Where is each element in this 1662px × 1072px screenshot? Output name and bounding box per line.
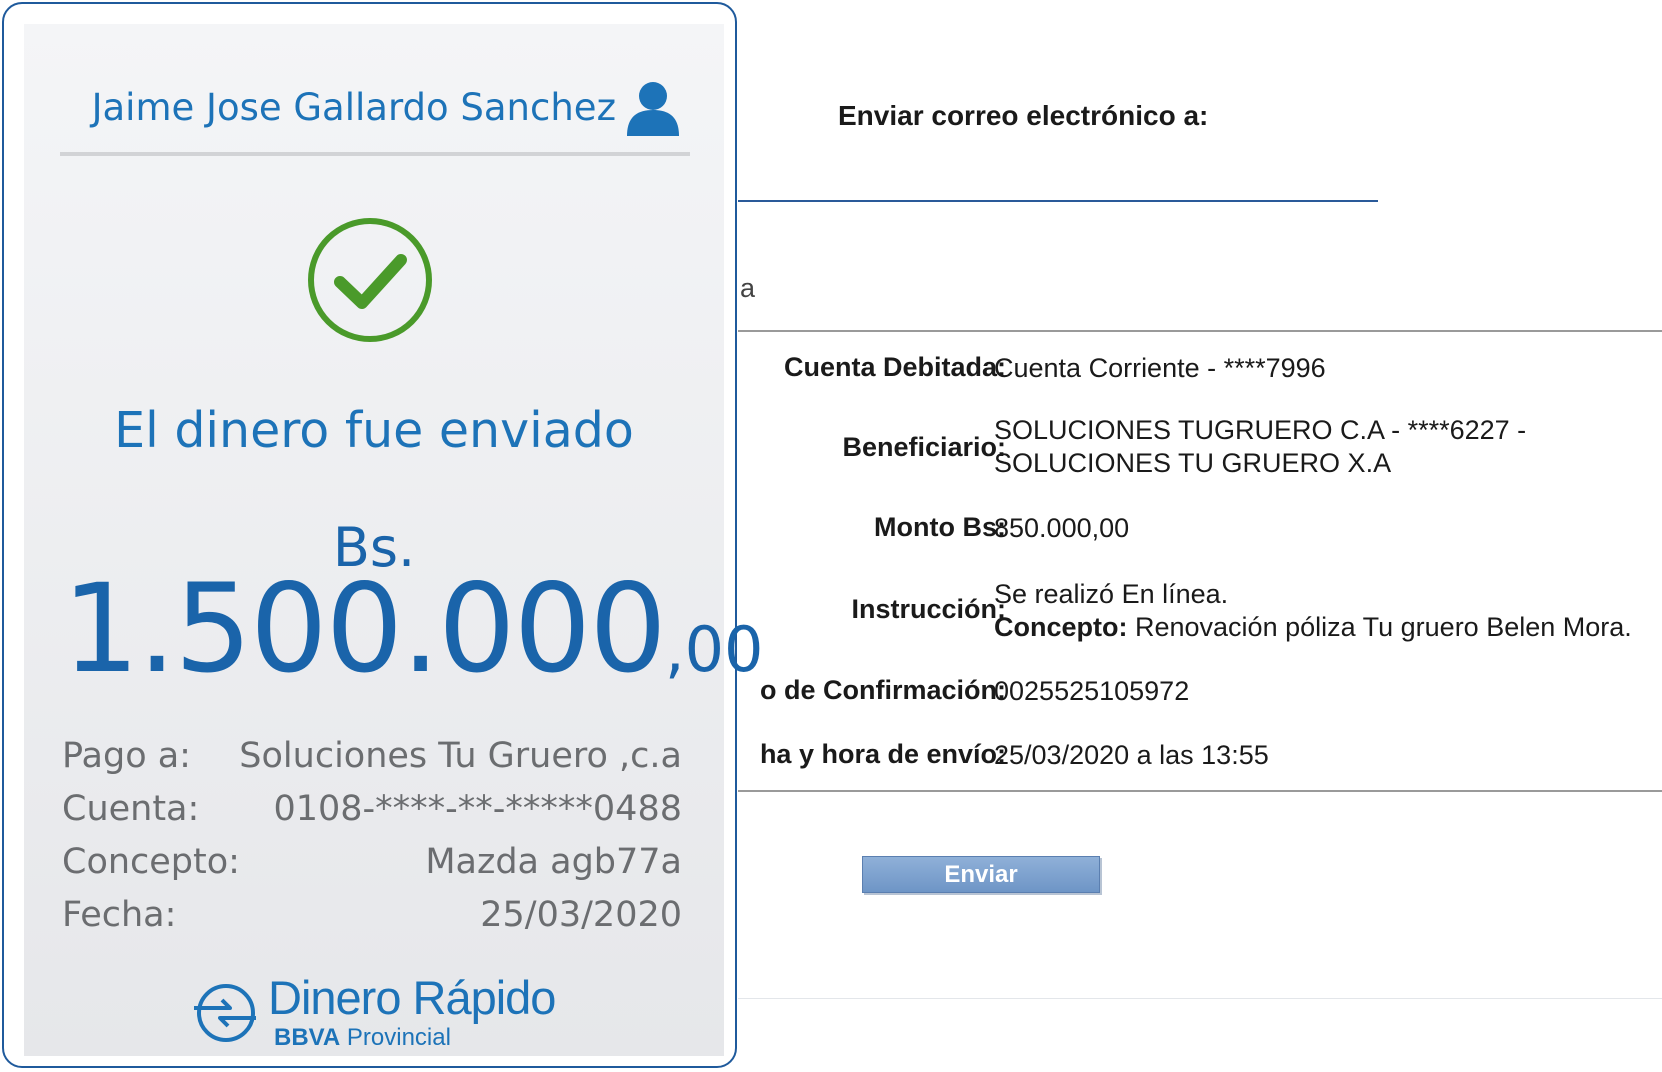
brand-provincial: Provincial (346, 1024, 451, 1051)
amount: 1.500.000,00 (62, 568, 764, 690)
detail-value: 0108-****-**-*****0488 (273, 789, 682, 829)
email-input[interactable] (738, 200, 1378, 202)
user-icon (627, 82, 679, 136)
fecha-envio-label: ha y hora de envío: (759, 739, 1006, 769)
transfer-details-table: Cuenta Debitada: Cuenta Corriente - ****… (738, 330, 1662, 792)
check-circle-icon (308, 218, 432, 342)
concepto-value: Renovación póliza Tu gruero Belen Mora. (1127, 612, 1632, 642)
detail-value: Soluciones Tu Gruero ,c.a (239, 736, 682, 776)
detail-value: Mazda agb77a (425, 842, 682, 882)
detail-row-fecha: Fecha: 25/03/2020 (62, 895, 682, 943)
concepto-label: Concepto: (994, 612, 1128, 642)
brand-bbva: BBVA (274, 1024, 341, 1051)
detail-value: 25/03/2020 (480, 895, 682, 935)
detail-label: Fecha: (62, 895, 177, 935)
detail-label: Pago a: (62, 736, 191, 776)
confirmacion-value: 0025525105972 (994, 676, 1190, 706)
beneficiario-label: Beneficiario: (842, 432, 1006, 462)
detail-label: Cuenta: (62, 789, 200, 829)
dinero-rapido-logo-icon (194, 984, 256, 1042)
receipt-card-frame: Jaime Jose Gallardo Sanchez El dinero fu… (2, 2, 764, 1068)
detail-row-cuenta: Cuenta: 0108-****-**-*****0488 (62, 789, 682, 837)
monto-label: Monto Bs: (874, 512, 1006, 542)
beneficiario-value: SOLUCIONES TUGRUERO C.A - ****6227 - SOL… (994, 414, 1526, 480)
user-name: Jaime Jose Gallardo Sanchez (91, 86, 616, 129)
instruccion-line1: Se realizó En línea. (994, 579, 1229, 609)
cuenta-debitada-label: Cuenta Debitada: (783, 352, 1006, 382)
send-button[interactable]: Enviar (862, 856, 1100, 893)
brand-name: Dinero Rápido (268, 971, 556, 1024)
bottom-divider (738, 998, 1662, 999)
fecha-envio-value: 25/03/2020 a las 13:55 (994, 740, 1269, 770)
header-divider (60, 152, 690, 156)
brand-subtitle: BBVA Provincial (274, 1024, 451, 1052)
instruccion-value: Se realizó En línea. Concepto: Renovació… (994, 578, 1632, 644)
beneficiario-line2: SOLUCIONES TU GRUERO X.A (994, 448, 1392, 478)
receipt-card: Jaime Jose Gallardo Sanchez El dinero fu… (24, 24, 764, 1056)
detail-label: Concepto: (62, 842, 240, 882)
section-heading-fragment: a (740, 273, 756, 303)
instruccion-label: Instrucción: (851, 594, 1006, 624)
cuenta-debitada-value: Cuenta Corriente - ****7996 (994, 353, 1326, 383)
detail-row-pago: Pago a: Soluciones Tu Gruero ,c.a (62, 736, 682, 784)
concepto-line: Concepto: Renovación póliza Tu gruero Be… (994, 611, 1632, 644)
beneficiario-line1: SOLUCIONES TUGRUERO C.A - ****6227 - (994, 415, 1527, 445)
email-label: Enviar correo electrónico a: (838, 100, 1209, 131)
detail-row-concepto: Concepto: Mazda agb77a (62, 842, 682, 890)
amount-main: 1.500.000 (62, 558, 667, 700)
confirmacion-label: o de Confirmación: (759, 675, 1006, 705)
status-title: El dinero fue enviado (114, 402, 634, 459)
monto-value: 850.000,00 (994, 513, 1130, 543)
